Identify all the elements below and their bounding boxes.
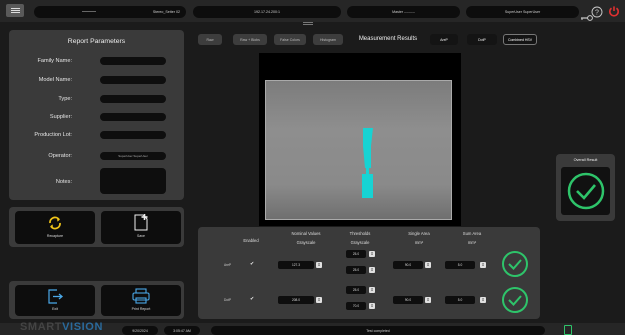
overall-result-box (561, 167, 610, 215)
tab-arep[interactable]: AreP (430, 34, 458, 45)
exit-label: Exit (52, 307, 58, 311)
nominal-values-unit: Grayscale (296, 240, 316, 245)
status-indicator-icon[interactable] (564, 325, 572, 335)
station-field: Stereo_Setter 02 (34, 6, 186, 18)
enabled-header: Enabled (243, 238, 259, 243)
recapture-button[interactable]: Recapture (15, 211, 95, 244)
thresholds-unit: Grayscale (350, 240, 370, 245)
stepper-icon[interactable]: ⇕ (369, 303, 375, 309)
sum-area-header: Sum Area (462, 231, 482, 236)
sum-area-input[interactable]: 5.0 (445, 296, 475, 304)
single-area-header: Single Area (408, 231, 430, 236)
family-name-field[interactable] (100, 57, 166, 65)
enabled-checkbox[interactable]: ✔ (250, 296, 254, 302)
sum-area-input[interactable]: 5.0 (445, 261, 475, 269)
threshold-low-input[interactable]: 70.0 (346, 302, 366, 310)
user-field: SuperUser SuperUser (466, 6, 579, 18)
recapture-label: Recapture (46, 234, 64, 238)
notes-field[interactable] (100, 168, 166, 194)
help-icon[interactable]: ? (591, 5, 603, 18)
stepper-icon[interactable]: ⇕ (369, 287, 375, 293)
save-button[interactable]: Save (101, 211, 181, 244)
tab-combined-hsv[interactable]: Combined HSV (503, 34, 537, 45)
operator-field[interactable]: SuperUser SuperUser (100, 152, 166, 160)
threshold-low-input[interactable]: 25.0 (346, 266, 366, 274)
stepper-icon[interactable]: ⇕ (425, 262, 431, 268)
overall-result-label: Overall Result (573, 158, 598, 162)
date-field: 9/20/2024 (122, 326, 158, 335)
stepper-icon[interactable]: ⇕ (425, 297, 431, 303)
collapse-handle[interactable] (303, 22, 313, 25)
model-name-field[interactable] (100, 76, 166, 84)
print-report-label: Print Report (131, 307, 151, 311)
sum-area-unit: mm² (467, 240, 477, 245)
pass-check-icon (567, 172, 605, 210)
enabled-checkbox[interactable]: ✔ (250, 261, 254, 267)
measurement-results-title: Measurement Results (358, 36, 418, 42)
role-field: Master --------- (347, 6, 460, 18)
view-raw-button[interactable]: Raw (198, 34, 222, 45)
thresholds-header: Thresholds (349, 231, 371, 236)
notes-label: Notes: (55, 179, 72, 185)
brand-logo: SMARTVISION (20, 321, 103, 333)
stepper-icon[interactable]: ⇕ (316, 297, 322, 303)
time-field: 3:05:47 AM (164, 326, 200, 335)
single-area-unit: mm² (414, 240, 424, 245)
type-field[interactable] (100, 95, 166, 103)
report-parameters-title: Report Parameters (67, 38, 126, 45)
nominal-value-input[interactable]: 127.3 (278, 261, 314, 269)
stepper-icon[interactable]: ⇕ (369, 251, 375, 257)
view-raw-blobs-button[interactable]: Raw + Blobs (233, 34, 267, 45)
exit-icon (48, 289, 64, 304)
nominal-values-header: Nominal Values (291, 231, 321, 236)
camera-image-view (259, 53, 461, 226)
threshold-high-input[interactable]: 25.0 (346, 250, 366, 258)
type-label: Type: (58, 96, 72, 102)
svg-text:?: ? (595, 9, 599, 16)
operator-label: Operator: (48, 153, 72, 159)
detected-part (362, 128, 373, 198)
menu-button[interactable] (6, 4, 24, 17)
print-report-button[interactable]: Print Report (101, 285, 181, 316)
tab-dotp[interactable]: DotP (467, 34, 497, 45)
supplier-label: Supplier: (49, 114, 72, 120)
menu-icon (10, 10, 20, 11)
table-row-name: AreP (224, 263, 232, 267)
status-field: Test completed (211, 326, 545, 335)
single-area-input[interactable]: 90.0 (393, 261, 423, 269)
print-icon (132, 288, 150, 304)
overall-result-panel: Overall Result (556, 154, 615, 221)
view-histogram-button[interactable]: Histogram (313, 34, 343, 45)
table-row-name: DotP (224, 298, 232, 302)
threshold-high-input[interactable]: 25.0 (346, 286, 366, 294)
row-pass-icon (502, 251, 528, 277)
production-lot-field[interactable] (100, 131, 166, 139)
recapture-icon (49, 216, 61, 230)
save-label: Save (137, 234, 145, 238)
stepper-icon[interactable]: ⇕ (316, 262, 322, 268)
production-lot-label: Production Lot: (34, 132, 72, 138)
supplier-field[interactable] (100, 113, 166, 121)
stepper-icon[interactable]: ⇕ (480, 297, 486, 303)
model-name-label: Model Name: (38, 77, 72, 83)
view-false-colors-button[interactable]: False Colors (274, 34, 306, 45)
family-name-label: Family Name: (37, 58, 73, 64)
exit-button[interactable]: Exit (15, 285, 95, 316)
stepper-icon[interactable]: ⇕ (480, 262, 486, 268)
stepper-icon[interactable]: ⇕ (369, 267, 375, 273)
save-icon (134, 214, 148, 231)
ip-field: 192.17.24.200:1 (193, 6, 341, 18)
row-pass-icon (502, 287, 528, 313)
power-icon[interactable] (607, 4, 621, 18)
single-area-input[interactable]: 90.0 (393, 296, 423, 304)
nominal-value-input[interactable]: 208.0 (278, 296, 314, 304)
